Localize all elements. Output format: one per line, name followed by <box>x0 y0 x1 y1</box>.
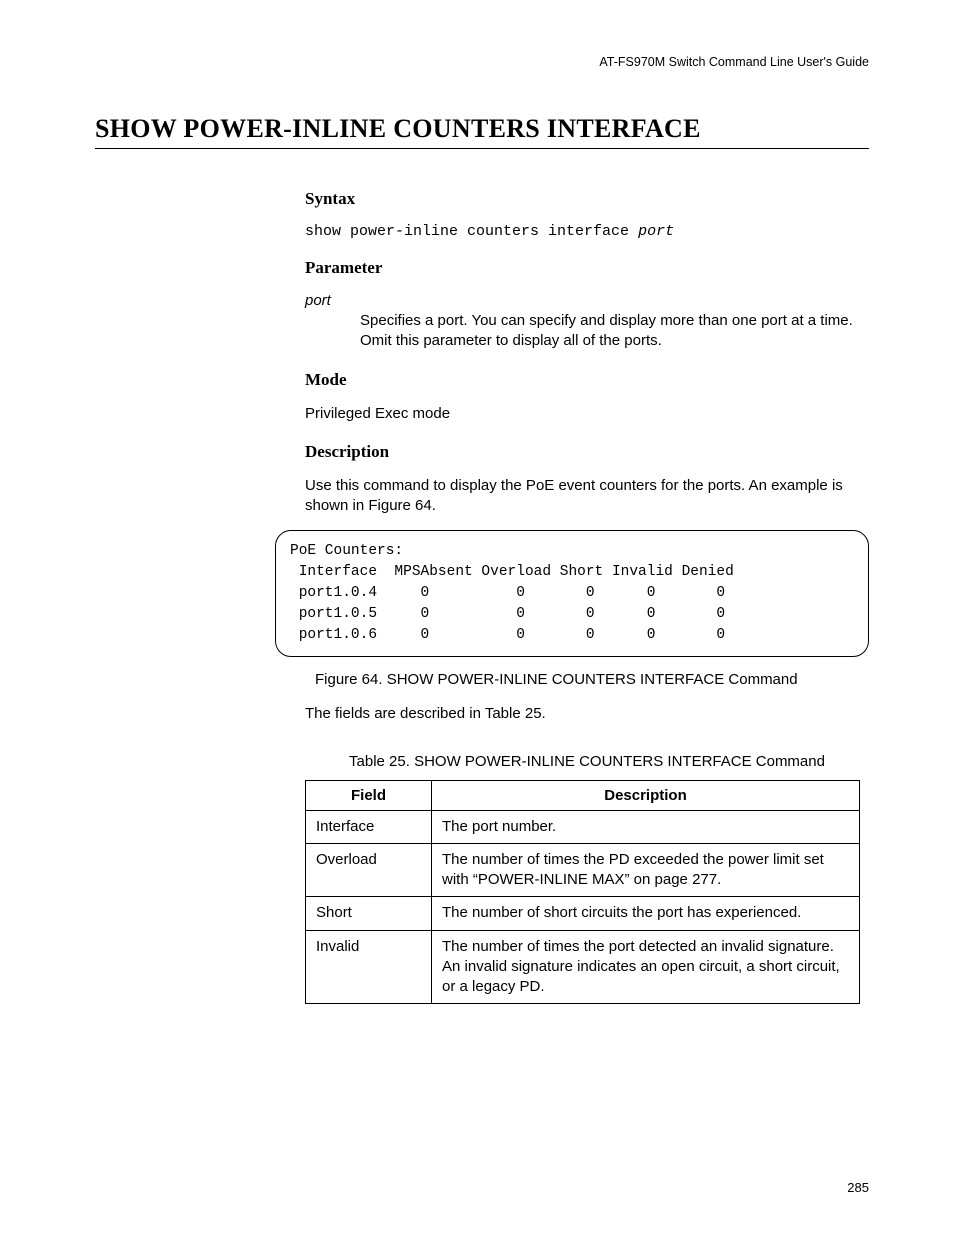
mode-heading: Mode <box>305 370 869 390</box>
table-row: Invalid The number of times the port det… <box>306 930 860 1004</box>
table-cell-desc: The number of short circuits the port ha… <box>432 897 860 930</box>
description-heading: Description <box>305 442 869 462</box>
table-cell-desc: The port number. <box>432 810 860 843</box>
figure-header-line: Interface MPSAbsent Overload Short Inval… <box>290 564 734 580</box>
syntax-command-arg: port <box>638 223 674 240</box>
table-cell-field: Short <box>306 897 432 930</box>
table-cell-desc: The number of times the PD exceeded the … <box>432 843 860 897</box>
table-cell-field: Overload <box>306 843 432 897</box>
table-cell-desc: The number of times the port detected an… <box>432 930 860 1004</box>
field-table: Field Description Interface The port num… <box>305 780 860 1005</box>
figure-box: PoE Counters: Interface MPSAbsent Overlo… <box>275 530 869 657</box>
after-figure-text: The fields are described in Table 25. <box>305 704 869 724</box>
parameter-name: port <box>305 292 869 309</box>
parameter-heading: Parameter <box>305 258 869 278</box>
table-cell-field: Invalid <box>306 930 432 1004</box>
page-number: 285 <box>847 1180 869 1195</box>
syntax-command-text: show power-inline counters interface <box>305 223 638 240</box>
parameter-desc: Specifies a port. You can specify and di… <box>360 311 869 352</box>
figure-row: port1.0.4 0 0 0 0 0 <box>290 585 725 601</box>
table-cell-field: Interface <box>306 810 432 843</box>
syntax-heading: Syntax <box>305 189 869 209</box>
page-title: SHOW POWER-INLINE COUNTERS INTERFACE <box>95 114 869 149</box>
figure-title-line: PoE Counters: <box>290 543 403 559</box>
table-caption: Table 25. SHOW POWER-INLINE COUNTERS INT… <box>305 753 869 770</box>
table-head-field: Field <box>306 780 432 810</box>
figure-row: port1.0.6 0 0 0 0 0 <box>290 627 725 643</box>
header-guide-title: AT-FS970M Switch Command Line User's Gui… <box>95 55 869 69</box>
table-row: Overload The number of times the PD exce… <box>306 843 860 897</box>
figure-caption: Figure 64. SHOW POWER-INLINE COUNTERS IN… <box>315 671 869 688</box>
table-row: Short The number of short circuits the p… <box>306 897 860 930</box>
syntax-command: show power-inline counters interface por… <box>305 223 869 240</box>
mode-text: Privileged Exec mode <box>305 404 869 424</box>
description-text: Use this command to display the PoE even… <box>305 476 869 517</box>
figure-row: port1.0.5 0 0 0 0 0 <box>290 606 725 622</box>
table-head-desc: Description <box>432 780 860 810</box>
table-row: Interface The port number. <box>306 810 860 843</box>
